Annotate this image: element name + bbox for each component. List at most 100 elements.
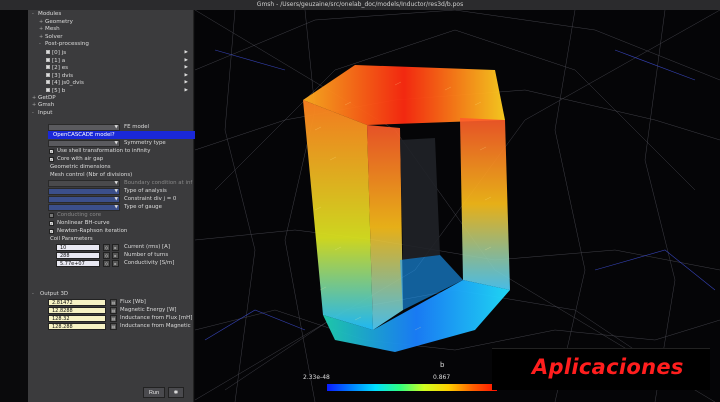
current-slider-toggle[interactable]: ▸	[112, 244, 119, 251]
tree-item-label: Solver	[45, 33, 63, 40]
tree-item[interactable]: + Mesh	[32, 26, 194, 34]
colorbar-min: 2.33e-48	[303, 374, 330, 381]
fe-model-select[interactable]: ▼	[48, 124, 120, 131]
tree-item[interactable]: [4] js0_dvis ▶	[32, 79, 194, 87]
tree-item-label: Modules	[38, 11, 62, 17]
analysis-row: ▼ Type of analysis	[28, 187, 194, 195]
nonlinear-label: Nonlinear BH-curve	[57, 220, 110, 226]
tree-item[interactable]: + GetDP	[32, 95, 194, 103]
mesh-control-row[interactable]: Mesh control (Nbr of divisions)	[28, 171, 194, 179]
output-value[interactable]: 128.288	[48, 323, 106, 330]
output-graph-toggle[interactable]: ▤	[110, 315, 117, 322]
submenu-arrow-icon[interactable]: ▶	[185, 72, 188, 80]
current-stepper[interactable]: ◇	[103, 244, 110, 251]
tree-item[interactable]: - Post-processing	[32, 41, 194, 49]
tree-item-label: [5] b	[52, 87, 66, 94]
boundary-row: ▼ Boundary condition at inf	[28, 179, 194, 187]
output-value[interactable]: 2.81472	[48, 299, 106, 306]
input-panel: ▼ FE model OpenCASCADE model? ▼ Symmetry…	[28, 123, 216, 267]
output-header[interactable]: Output 3D	[40, 290, 68, 298]
tree-item[interactable]: [5] b ▶	[32, 87, 194, 95]
turns-stepper[interactable]: ◇	[103, 252, 110, 259]
output-row: 12.8288 ▤ Magnetic Energy [W]	[28, 306, 194, 314]
tree-item[interactable]: [0] js ▶	[32, 49, 194, 57]
sidebar: - Modules + Geometry + Mesh + Solver - Post-proce…	[28, 10, 216, 402]
symmetry-select[interactable]: ▼	[48, 140, 120, 147]
current-input[interactable]: 10	[56, 244, 100, 251]
nonlinear-row: ✓ Nonlinear BH-curve	[28, 219, 194, 227]
output-value[interactable]: 12.8288	[48, 307, 106, 314]
gauge-row: ▼ Type of gauge	[28, 203, 194, 211]
turns-label: Number of turns	[124, 252, 169, 258]
fe-model-row: ▼ FE model	[28, 123, 194, 131]
turns-input[interactable]: 288	[56, 252, 100, 259]
conductivity-input[interactable]: 5.77e+07	[56, 260, 100, 267]
tree-item[interactable]: [3] dvis ▶	[32, 72, 194, 80]
tree-item[interactable]: [1] a ▶	[32, 57, 194, 65]
use-shell-checkbox[interactable]: ✓	[49, 148, 54, 154]
tree-item[interactable]: - Modules	[32, 11, 194, 19]
submenu-arrow-icon[interactable]: ▶	[185, 49, 188, 57]
nonlinear-checkbox[interactable]: ✓	[49, 220, 54, 226]
gauge-select[interactable]: ▼	[48, 204, 120, 211]
output-graph-toggle[interactable]: ▤	[110, 299, 117, 306]
symmetry-row: ▼ Symmetry type	[28, 139, 194, 147]
conductivity-label: Conductivity [S/m]	[124, 260, 175, 266]
current-row: 10 ◇ ▸ Current (rms) [A]	[28, 243, 194, 251]
colorbar: b 2.33e-48 0.867	[195, 10, 720, 402]
tree-item-label: Input	[38, 109, 53, 116]
turns-row: 288 ◇ ▸ Number of turns	[28, 251, 194, 259]
opencascade-row: OpenCASCADE model?	[28, 131, 216, 139]
conductivity-row: 5.77e+07 ◇ ▸ Conductivity [S/m]	[28, 259, 194, 267]
opencascade-select[interactable]: OpenCASCADE model?	[48, 131, 216, 139]
graphics-viewport[interactable]: b 2.33e-48 0.867	[195, 10, 720, 402]
conductivity-stepper[interactable]: ◇	[103, 260, 110, 267]
current-label: Current (rms) [A]	[124, 244, 170, 250]
geom-dims-label[interactable]: Geometric dimensions	[50, 163, 111, 171]
newton-row: ✓ Newton-Raphson iteration	[28, 227, 194, 235]
constraint-label: Constraint div j = 0	[124, 196, 177, 202]
turns-slider-toggle[interactable]: ▸	[112, 252, 119, 259]
submenu-arrow-icon[interactable]: ▶	[185, 64, 188, 72]
tree-item-label: Geometry	[45, 18, 73, 25]
tree-item-label: [4] js0_dvis	[52, 80, 84, 87]
core-air-gap-checkbox[interactable]: ✓	[49, 156, 54, 162]
tree-item[interactable]: - Input	[32, 110, 194, 118]
constraint-select[interactable]: ▼	[48, 196, 120, 203]
newton-checkbox[interactable]: ✓	[49, 228, 54, 234]
conducting-core-label: Conducting core	[57, 212, 102, 218]
output-row: 128.32 ▤ Inductance from Flux [mH]	[28, 314, 194, 322]
coil-params-row[interactable]: Coil Parameters	[28, 235, 194, 243]
tree-item-label: [0] js	[52, 49, 67, 56]
output-graph-toggle[interactable]: ▤	[110, 323, 117, 330]
use-shell-label: Use shell transformation to infinity	[57, 148, 151, 154]
conducting-core-checkbox[interactable]	[49, 212, 54, 218]
gear-icon[interactable]: ✱	[168, 387, 184, 398]
output-header-row[interactable]: - Output 3D	[28, 290, 194, 298]
tree-item[interactable]: + Geometry	[32, 19, 194, 27]
submenu-arrow-icon[interactable]: ▶	[185, 87, 188, 95]
tree-item-label: [1] a	[52, 57, 66, 64]
use-shell-row: ✓ Use shell transformation to infinity	[28, 147, 194, 155]
tree-item[interactable]: [2] es ▶	[32, 64, 194, 72]
conductivity-slider-toggle[interactable]: ▸	[112, 260, 119, 267]
tree-item[interactable]: + Gmsh	[32, 102, 194, 110]
tree-item-label: [3] dvis	[52, 72, 74, 79]
boundary-select[interactable]: ▼	[48, 180, 120, 187]
run-button[interactable]: Run	[143, 387, 165, 398]
tree-item-label: Post-processing	[45, 41, 89, 48]
gauge-label: Type of gauge	[124, 204, 162, 210]
analysis-select[interactable]: ▼	[48, 188, 120, 195]
output-row: 2.81472 ▤ Flux [Wb]	[28, 298, 194, 306]
output-value[interactable]: 128.32	[48, 315, 106, 322]
output-graph-toggle[interactable]: ▤	[110, 307, 117, 314]
brand-text: Aplicaciones	[532, 355, 684, 379]
boundary-label: Boundary condition at inf	[124, 180, 193, 186]
mesh-control-label[interactable]: Mesh control (Nbr of divisions)	[50, 171, 132, 179]
submenu-arrow-icon[interactable]: ▶	[185, 57, 188, 65]
geom-dims-row[interactable]: Geometric dimensions	[28, 163, 194, 171]
tree-item[interactable]: + Solver	[32, 34, 194, 42]
submenu-arrow-icon[interactable]: ▶	[185, 79, 188, 87]
coil-params-label[interactable]: Coil Parameters	[50, 235, 93, 243]
analysis-label: Type of analysis	[124, 188, 167, 194]
